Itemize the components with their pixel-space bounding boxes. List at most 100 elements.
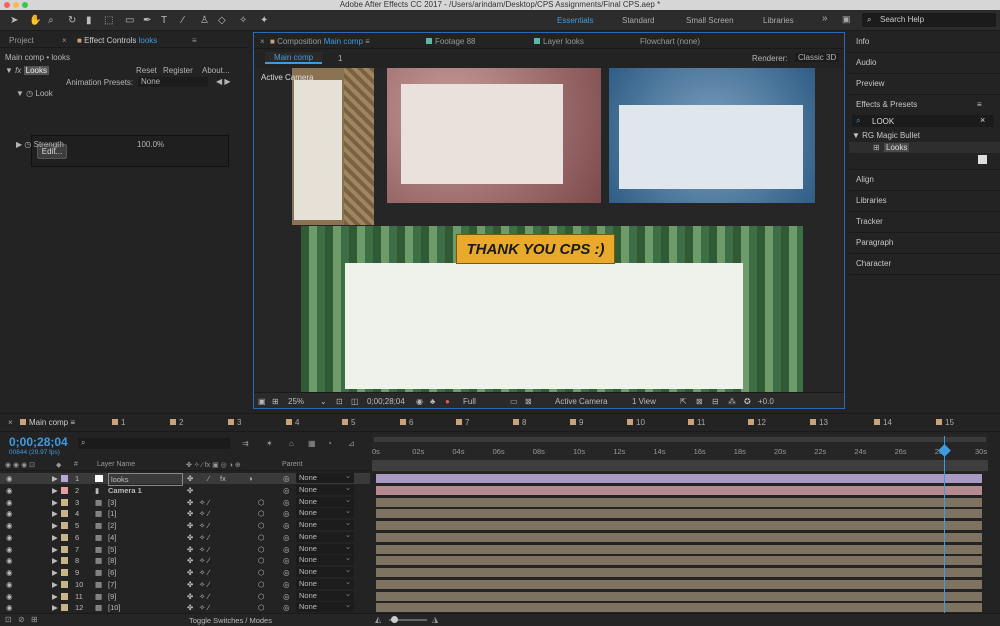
transparency-grid-icon[interactable]: ⊠	[525, 397, 532, 406]
layer-duration-bar[interactable]	[376, 568, 982, 577]
eraser-tool-icon[interactable]: ◇	[218, 14, 226, 27]
panel-preview[interactable]: Preview	[856, 79, 884, 88]
brush-tool-icon[interactable]: ∕	[182, 14, 184, 27]
dropdown-arrow-icon[interactable]: ⌄	[320, 397, 327, 406]
expand-arrow-icon[interactable]: ▼	[5, 66, 13, 75]
stopwatch-icon[interactable]: ◷	[24, 140, 31, 149]
exposure-reset-icon[interactable]: ✪	[744, 397, 751, 406]
close-tab-icon[interactable]: ×	[260, 37, 265, 46]
effects-group-row[interactable]: ▼ RG Magic Bullet	[852, 131, 920, 140]
search-help-field[interactable]: ⌕ Search Help	[862, 13, 996, 27]
presets-nav-icon[interactable]: ◀ ▶	[216, 77, 231, 86]
workspace-libraries[interactable]: Libraries	[763, 16, 794, 25]
clone-stamp-tool-icon[interactable]: ♙	[200, 14, 209, 27]
tab-footage[interactable]: Footage 88	[426, 37, 475, 46]
zoom-slider-handle[interactable]	[391, 616, 398, 623]
roto-brush-tool-icon[interactable]: ✧	[239, 14, 247, 27]
panel-menu-icon[interactable]: ≡	[365, 37, 370, 46]
snapshot-icon[interactable]: ◉	[416, 397, 423, 406]
animation-presets-select[interactable]: None	[138, 77, 208, 87]
panel-libraries[interactable]: Libraries	[856, 196, 887, 205]
hand-tool-icon[interactable]: ✋	[29, 14, 41, 27]
layer-duration-bar[interactable]	[376, 603, 982, 613]
fx-name[interactable]: Looks	[23, 66, 49, 75]
close-tab-icon[interactable]: ×	[62, 36, 67, 45]
rectangle-tool-icon[interactable]: ▭	[125, 14, 134, 27]
always-preview-icon[interactable]: ▣	[258, 397, 266, 406]
view-select[interactable]: Active Camera	[555, 397, 607, 406]
flowchart-icon[interactable]: ⁂	[728, 397, 736, 406]
channel-icon[interactable]: ●	[445, 397, 450, 406]
tab-effect-controls[interactable]: ■ Effect Controls looks	[77, 36, 157, 45]
camera-tool-icon[interactable]: ▮	[86, 14, 92, 27]
tab-project[interactable]: Project	[9, 36, 34, 45]
layer-duration-bar[interactable]	[376, 521, 982, 530]
layer-duration-bar[interactable]	[376, 544, 982, 554]
mask-toggle-icon[interactable]: ◫	[351, 397, 359, 406]
fx-reset-link[interactable]: Reset	[136, 66, 157, 75]
toggle-switches-modes[interactable]: Toggle Switches / Modes	[189, 616, 272, 625]
panel-align[interactable]: Align	[856, 175, 874, 184]
zoom-tool-icon[interactable]: ⌕	[48, 14, 54, 27]
layer-duration-bar[interactable]	[376, 485, 982, 495]
current-time[interactable]: 0;00;28;04	[367, 397, 405, 406]
toggle-pixel-icon[interactable]: ⇱	[680, 397, 687, 406]
layer-switches-icon[interactable]: ⊡	[5, 615, 12, 624]
comp-sub-num[interactable]: 1	[338, 54, 342, 63]
zoom-out-icon[interactable]: ◭	[375, 615, 381, 624]
effects-item-row[interactable]: ⊞ Looks	[849, 142, 1000, 153]
workspace-standard[interactable]: Standard	[622, 16, 654, 25]
composition-viewer[interactable]: Active Camera THANK YOU CPS :)	[255, 68, 843, 393]
fx-about-link[interactable]: About...	[202, 66, 230, 75]
zoom-in-icon[interactable]: ◮	[432, 615, 438, 624]
panel-effects-presets[interactable]: Effects & Presets	[856, 100, 917, 109]
panel-tracker[interactable]: Tracker	[856, 217, 883, 226]
fx-register-link[interactable]: Register	[163, 66, 193, 75]
panel-info[interactable]: Info	[856, 37, 869, 46]
panel-menu-icon[interactable]: ≡	[192, 36, 197, 45]
zoom-select[interactable]: 25%	[288, 397, 304, 406]
layer-duration-bar[interactable]	[376, 509, 982, 519]
fx-icon[interactable]: fx	[15, 66, 21, 75]
region-of-interest-icon[interactable]: ▭	[510, 397, 518, 406]
fast-preview-icon[interactable]: ⊠	[696, 397, 703, 406]
panel-paragraph[interactable]: Paragraph	[856, 238, 893, 247]
show-snapshot-icon[interactable]: ♣	[430, 397, 435, 406]
expand-arrow-icon[interactable]: ▼	[16, 89, 24, 98]
pen-tool-icon[interactable]: ✒	[143, 14, 151, 27]
tab-composition[interactable]: ■ Composition Main comp ≡	[270, 37, 370, 46]
new-bin-icon[interactable]	[978, 155, 987, 164]
stopwatch-icon[interactable]: ◷	[26, 89, 33, 98]
in-out-icon[interactable]: ⊞	[31, 615, 38, 624]
modes-icon[interactable]: ⊘	[18, 615, 25, 624]
workspace-menu-icon[interactable]: ▣	[842, 14, 851, 25]
selection-tool-icon[interactable]: ➤	[10, 14, 18, 27]
layer-duration-bar[interactable]	[376, 591, 982, 601]
close-window-button[interactable]	[4, 2, 10, 8]
puppet-tool-icon[interactable]: ✦	[260, 14, 268, 27]
layout-select[interactable]: 1 View	[632, 397, 656, 406]
workspace-essentials[interactable]: Essentials	[557, 16, 593, 25]
strength-value[interactable]: 100.0%	[137, 140, 164, 149]
renderer-select[interactable]: Classic 3D	[795, 53, 840, 62]
magnification-icon[interactable]: ⊞	[272, 397, 279, 406]
more-workspaces-icon[interactable]: »	[822, 13, 828, 24]
layer-duration-bar[interactable]	[376, 532, 982, 542]
zoom-window-button[interactable]	[22, 2, 28, 8]
layer-duration-bar[interactable]	[376, 579, 982, 589]
tab-flowchart[interactable]: Flowchart (none)	[640, 37, 700, 46]
panel-audio[interactable]: Audio	[856, 58, 876, 67]
exposure-value[interactable]: +0.0	[758, 397, 774, 406]
rotate-tool-icon[interactable]: ↻	[68, 14, 76, 27]
layer-duration-bar[interactable]	[376, 497, 982, 507]
timeline-icon[interactable]: ⊟	[712, 397, 719, 406]
collapse-arrow-icon[interactable]: ▶	[16, 140, 22, 149]
expand-arrow-icon[interactable]: ▼	[852, 131, 860, 140]
current-time-indicator[interactable]	[944, 436, 945, 616]
type-tool-icon[interactable]: T	[161, 14, 167, 27]
workspace-small-screen[interactable]: Small Screen	[686, 16, 734, 25]
tab-layer[interactable]: Layer looks	[534, 37, 584, 46]
grid-toggle-icon[interactable]: ⊡	[336, 397, 343, 406]
layer-duration-bar[interactable]	[376, 556, 982, 566]
resolution-select[interactable]: Full	[463, 397, 476, 406]
